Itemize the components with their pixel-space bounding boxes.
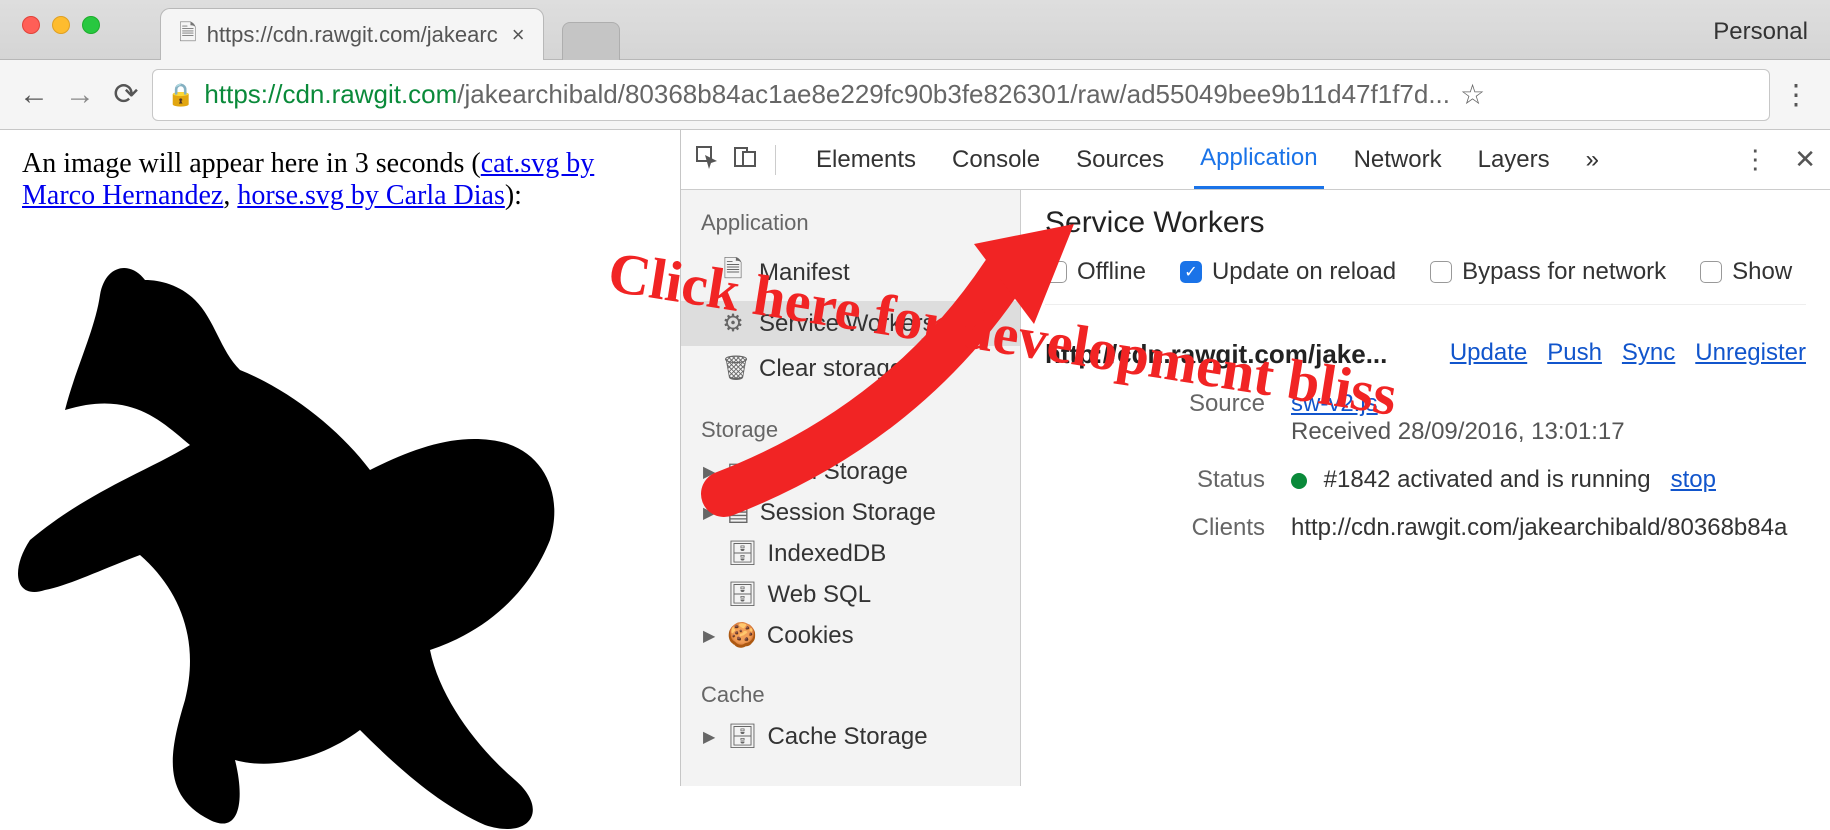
gear-icon: ⚙ xyxy=(721,309,745,338)
sidebar-head-storage: Storage xyxy=(681,409,1020,451)
sidebar-item-cache-storage[interactable]: ▶🗄Cache Storage xyxy=(681,716,1020,757)
sidebar-head-application: Application xyxy=(681,202,1020,244)
sw-action-push[interactable]: Push xyxy=(1547,339,1602,367)
zoom-window-button[interactable] xyxy=(82,16,100,34)
forward-button[interactable]: → xyxy=(60,78,100,112)
tab-title: https://cdn.rawgit.com/jakearc xyxy=(207,22,498,48)
minimize-window-button[interactable] xyxy=(52,16,70,34)
application-sidebar: Application 🗎 Manifest ⚙ Service Workers… xyxy=(681,190,1021,786)
sw-check-offline[interactable]: Offline xyxy=(1045,258,1146,286)
tab-elements[interactable]: Elements xyxy=(810,132,922,188)
sidebar-item-local-storage[interactable]: ▶▤Local Storage xyxy=(681,451,1020,492)
content-area: An image will appear here in 3 seconds (… xyxy=(0,130,1830,786)
trash-icon: 🗑 xyxy=(721,354,745,383)
address-bar[interactable]: 🔒 https ://cdn.rawgit.com /jakearchibald… xyxy=(152,69,1770,121)
sidebar-item-manifest[interactable]: 🗎 Manifest xyxy=(681,244,1020,301)
devtools-tabbar: Elements Console Sources Application Net… xyxy=(681,130,1830,190)
sw-check-bypass[interactable]: Bypass for network xyxy=(1430,258,1666,286)
sw-check-show[interactable]: Show xyxy=(1700,258,1792,286)
sw-clients-label: Clients xyxy=(1165,514,1265,542)
sw-stop-link[interactable]: stop xyxy=(1671,466,1716,493)
sw-clients-text: http://cdn.rawgit.com/jakearchibald/8036… xyxy=(1291,514,1787,542)
sw-title: Service Workers xyxy=(1045,206,1806,240)
sidebar-item-session-storage[interactable]: ▶▤Session Storage xyxy=(681,492,1020,533)
sw-status-text: #1842 activated and is running xyxy=(1324,466,1651,493)
sw-check-update-on-reload[interactable]: ✓Update on reload xyxy=(1180,258,1396,286)
url-host: ://cdn.rawgit.com xyxy=(261,79,458,110)
device-toolbar-icon[interactable] xyxy=(733,145,757,175)
sw-action-sync[interactable]: Sync xyxy=(1622,339,1675,367)
tab-overflow[interactable]: » xyxy=(1580,132,1605,188)
sw-source-label: Source xyxy=(1165,390,1265,418)
sidebar-head-cache: Cache xyxy=(681,674,1020,716)
profile-label[interactable]: Personal xyxy=(1713,18,1808,46)
sidebar-item-indexeddb[interactable]: ▶🗄IndexedDB xyxy=(681,533,1020,574)
link-horse[interactable]: horse.svg by Carla Dias xyxy=(237,180,505,211)
manifest-icon: 🗎 xyxy=(721,252,745,293)
lock-icon: 🔒 xyxy=(167,82,194,108)
browser-menu-button[interactable]: ⋮ xyxy=(1776,78,1816,111)
status-dot-icon xyxy=(1291,473,1307,489)
close-window-button[interactable] xyxy=(22,16,40,34)
sw-source-link[interactable]: sw-v2.js xyxy=(1291,390,1378,417)
devtools-menu-icon[interactable]: ⋮ xyxy=(1742,144,1768,175)
sidebar-item-clear-storage[interactable]: 🗑 Clear storage xyxy=(681,346,1020,391)
sw-options: Offline ✓Update on reload Bypass for net… xyxy=(1045,258,1806,305)
rendered-page: An image will appear here in 3 seconds (… xyxy=(0,130,680,786)
tab-sources[interactable]: Sources xyxy=(1070,132,1170,188)
horse-image xyxy=(10,240,570,830)
url-path: /jakearchibald/80368b84ac1ae8e229fc90b3f… xyxy=(457,79,1450,110)
bookmark-star-icon[interactable]: ☆ xyxy=(1460,78,1485,111)
inspect-element-icon[interactable] xyxy=(695,145,719,175)
devtools-inspect-tools xyxy=(695,145,776,175)
service-workers-panel: Service Workers Offline ✓Update on reloa… xyxy=(1021,190,1830,786)
tab-application[interactable]: Application xyxy=(1194,130,1323,189)
tab-network[interactable]: Network xyxy=(1348,132,1448,188)
tab-console[interactable]: Console xyxy=(946,132,1046,188)
page-icon: 🗎 xyxy=(179,16,197,54)
sidebar-item-service-workers[interactable]: ⚙ Service Workers xyxy=(681,301,1020,346)
sw-action-unregister[interactable]: Unregister xyxy=(1695,339,1806,367)
sw-origin: http://cdn.rawgit.com/jake... xyxy=(1045,339,1387,370)
browser-tab[interactable]: 🗎 https://cdn.rawgit.com/jakearc × xyxy=(160,8,544,60)
back-button[interactable]: ← xyxy=(14,78,54,112)
sw-status-label: Status xyxy=(1165,466,1265,494)
tab-layers[interactable]: Layers xyxy=(1472,132,1556,188)
devtools-panel: Elements Console Sources Application Net… xyxy=(680,130,1830,786)
sw-action-update[interactable]: Update xyxy=(1450,339,1527,367)
new-tab-button[interactable] xyxy=(562,22,620,60)
close-tab-button[interactable]: × xyxy=(512,22,525,48)
sw-received: Received 28/09/2016, 13:01:17 xyxy=(1291,418,1625,445)
sidebar-item-websql[interactable]: ▶🗄Web SQL xyxy=(681,574,1020,615)
sidebar-item-cookies[interactable]: ▶🍪Cookies xyxy=(681,615,1020,656)
browser-toolbar: ← → ⟳ 🔒 https ://cdn.rawgit.com /jakearc… xyxy=(0,60,1830,130)
window-titlebar: 🗎 https://cdn.rawgit.com/jakearc × Perso… xyxy=(0,0,1830,60)
page-text: An image will appear here in 3 seconds (… xyxy=(22,148,658,212)
reload-button[interactable]: ⟳ xyxy=(106,77,146,112)
devtools-close-icon[interactable]: ✕ xyxy=(1794,144,1816,175)
traffic-lights xyxy=(0,0,100,34)
url-scheme: https xyxy=(204,79,260,110)
